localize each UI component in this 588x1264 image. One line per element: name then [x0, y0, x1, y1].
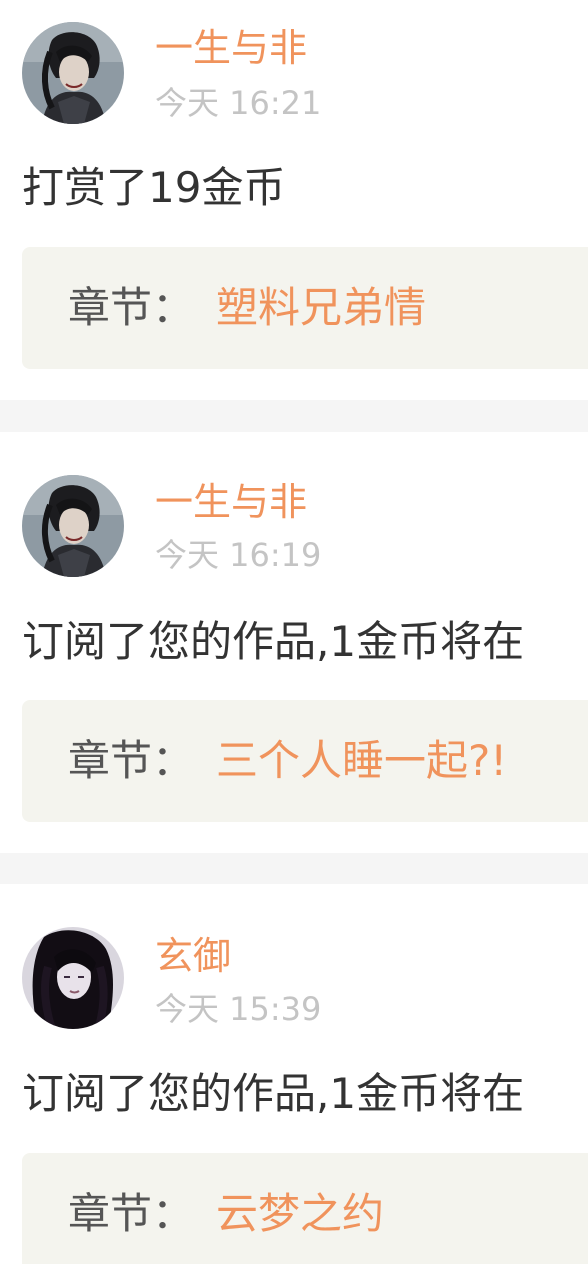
notification-card[interactable]: 一生与非 今天 16:19 订阅了您的作品,1金币将在 章节： 三个人睡一起?!: [0, 432, 588, 853]
chapter-label: 章节：: [68, 283, 195, 332]
activity-message: 订阅了您的作品,1金币将在: [22, 617, 525, 666]
timestamp: 今天 16:21: [155, 84, 322, 122]
chapter-title[interactable]: 云梦之约: [216, 1189, 384, 1239]
avatar[interactable]: [22, 22, 124, 124]
timestamp: 今天 15:39: [155, 990, 322, 1028]
chapter-link[interactable]: 章节： 三个人睡一起?!: [22, 700, 588, 822]
divider: [0, 400, 588, 432]
divider: [0, 853, 588, 884]
avatar[interactable]: [22, 927, 124, 1029]
timestamp: 今天 16:19: [155, 536, 322, 574]
activity-message: 打赏了19金币: [22, 163, 286, 212]
notification-card[interactable]: 一生与非 今天 16:21 打赏了19金币 章节： 塑料兄弟情: [0, 0, 588, 400]
chapter-link[interactable]: 章节： 塑料兄弟情: [22, 247, 588, 369]
username[interactable]: 一生与非: [155, 26, 307, 70]
avatar[interactable]: [22, 475, 124, 577]
male-character-avatar-icon: [22, 22, 124, 124]
activity-message: 订阅了您的作品,1金币将在: [22, 1069, 525, 1118]
chapter-title[interactable]: 塑料兄弟情: [216, 283, 426, 333]
male-character-avatar-icon: [22, 475, 124, 577]
chapter-title[interactable]: 三个人睡一起?!: [216, 736, 507, 786]
username[interactable]: 一生与非: [155, 480, 307, 524]
chapter-link[interactable]: 章节： 云梦之约: [22, 1153, 588, 1264]
username[interactable]: 玄御: [155, 934, 231, 978]
notification-card[interactable]: 玄御 今天 15:39 订阅了您的作品,1金币将在 章节： 云梦之约: [0, 884, 588, 1264]
chapter-label: 章节：: [68, 1189, 195, 1238]
chapter-label: 章节：: [68, 736, 195, 785]
anime-girl-avatar-icon: [22, 927, 124, 1029]
